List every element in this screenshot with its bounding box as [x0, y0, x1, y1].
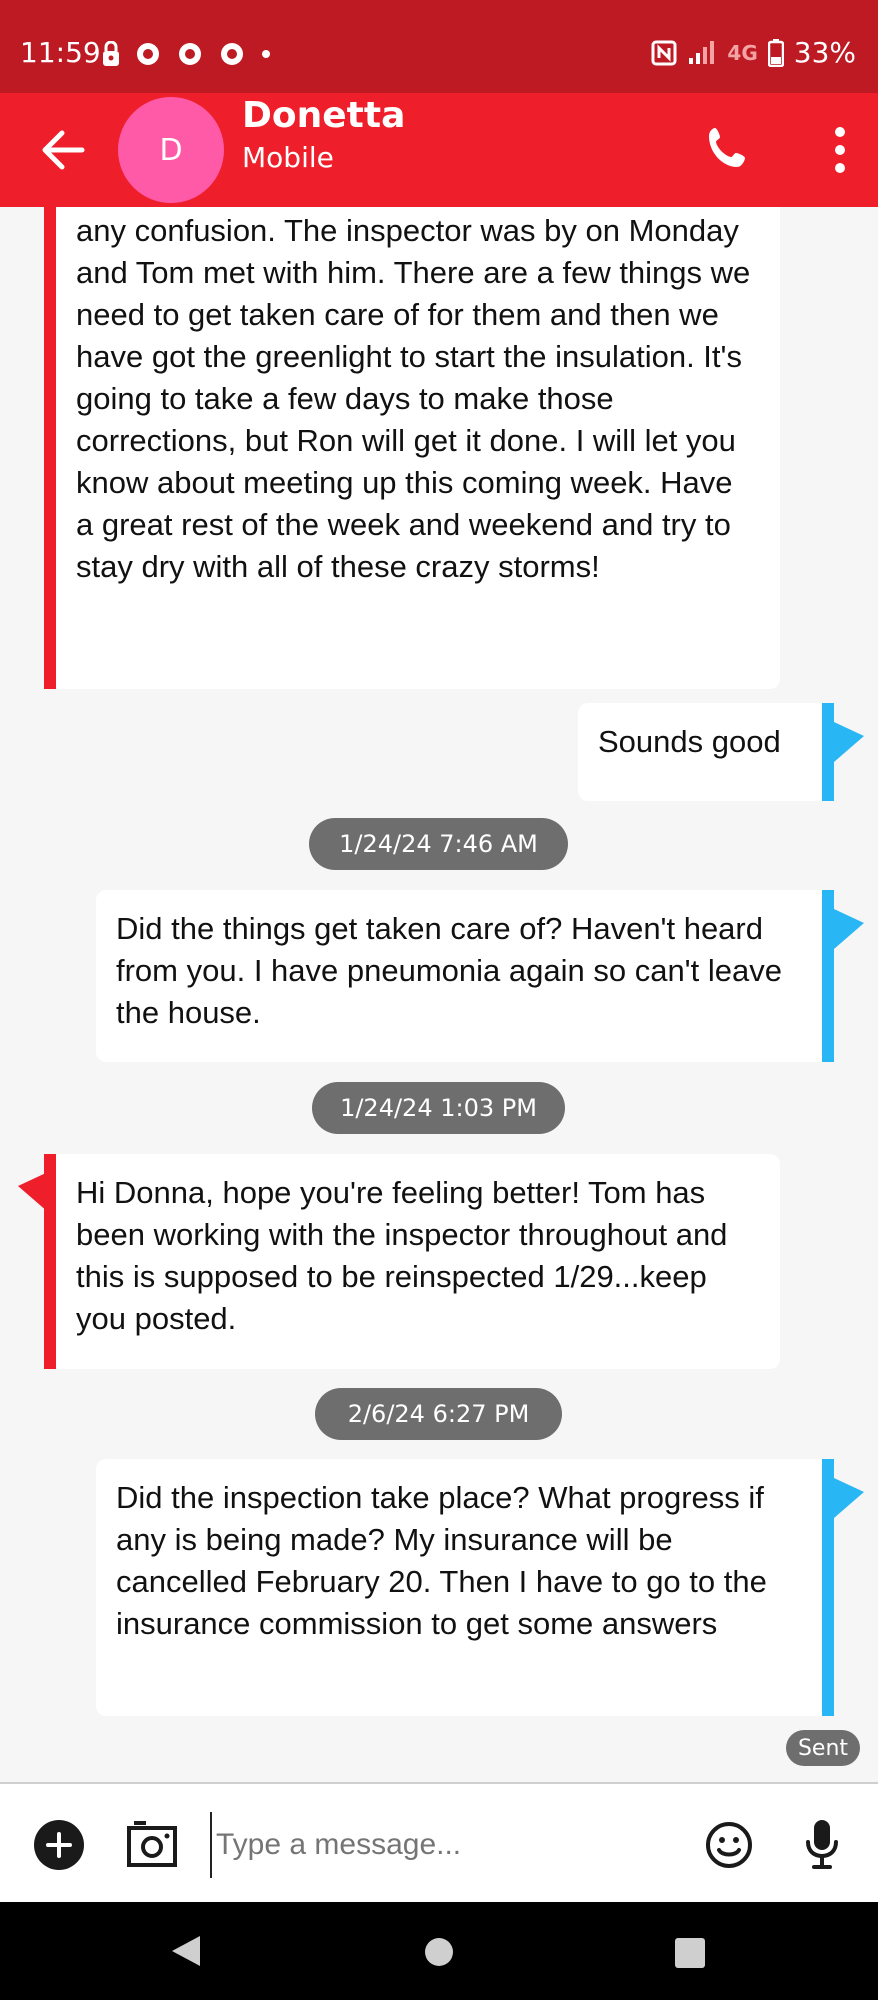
incoming-message[interactable]: Hi Donna, hope you're feeling better! To… — [44, 1154, 780, 1369]
timestamp-divider: 1/24/24 7:46 AM — [309, 818, 568, 870]
outgoing-message[interactable]: Sounds good — [578, 703, 834, 801]
message-input-wrapper — [210, 1812, 678, 1878]
avatar[interactable]: D — [118, 97, 224, 203]
sent-status-badge: Sent — [786, 1730, 860, 1766]
settings-notification-icon — [179, 43, 201, 65]
nav-recents-icon[interactable] — [674, 1937, 706, 1969]
signal-icon — [689, 40, 715, 64]
outgoing-message[interactable]: Did the inspection take place? What prog… — [96, 1459, 834, 1716]
outgoing-message[interactable]: Did the things get taken care of? Haven'… — [96, 890, 834, 1062]
settings-notification-icon — [137, 43, 159, 65]
conversation-header: D Donetta Mobile — [0, 93, 878, 207]
network-type: 4G — [727, 40, 758, 65]
nfc-icon — [651, 40, 677, 65]
system-navigation-bar — [0, 1902, 878, 2000]
lock-icon — [103, 41, 119, 66]
add-attachment-button[interactable] — [34, 1820, 84, 1870]
plus-icon — [46, 1832, 72, 1858]
nav-back-icon[interactable] — [170, 1934, 202, 1968]
outgoing-bubble-tail — [834, 1478, 864, 1518]
message-input[interactable] — [210, 1812, 678, 1878]
gallery-camera-icon[interactable] — [126, 1820, 178, 1868]
nav-home-icon[interactable] — [423, 1936, 455, 1968]
back-arrow-icon[interactable] — [36, 123, 90, 177]
message-composer — [0, 1782, 878, 1904]
timestamp-divider: 1/24/24 1:03 PM — [312, 1082, 565, 1134]
outgoing-bubble-tail — [834, 909, 864, 949]
timestamp-divider: 2/6/24 6:27 PM — [315, 1388, 562, 1440]
message-thread[interactable]: any confusion. The inspector was by on M… — [0, 207, 878, 1782]
emoji-icon[interactable] — [704, 1820, 754, 1870]
notification-icons — [102, 40, 272, 68]
battery-percent: 33% — [793, 36, 856, 69]
more-notifications-dot-icon — [262, 50, 270, 58]
more-options-icon[interactable] — [832, 125, 848, 175]
phone-call-icon[interactable] — [705, 125, 751, 171]
microphone-icon[interactable] — [804, 1818, 840, 1870]
status-bar: 11:59 4G 33% — [0, 0, 878, 93]
contact-name: Donetta — [242, 95, 406, 136]
battery-icon — [767, 38, 784, 67]
status-right: 4G 33% — [651, 36, 856, 69]
outgoing-bubble-tail — [834, 722, 864, 762]
status-time: 11:59 — [20, 36, 101, 69]
incoming-bubble-tail — [18, 1172, 48, 1212]
contact-number-type: Mobile — [242, 141, 334, 174]
incoming-message[interactable]: any confusion. The inspector was by on M… — [44, 207, 780, 689]
settings-notification-icon — [221, 43, 243, 65]
